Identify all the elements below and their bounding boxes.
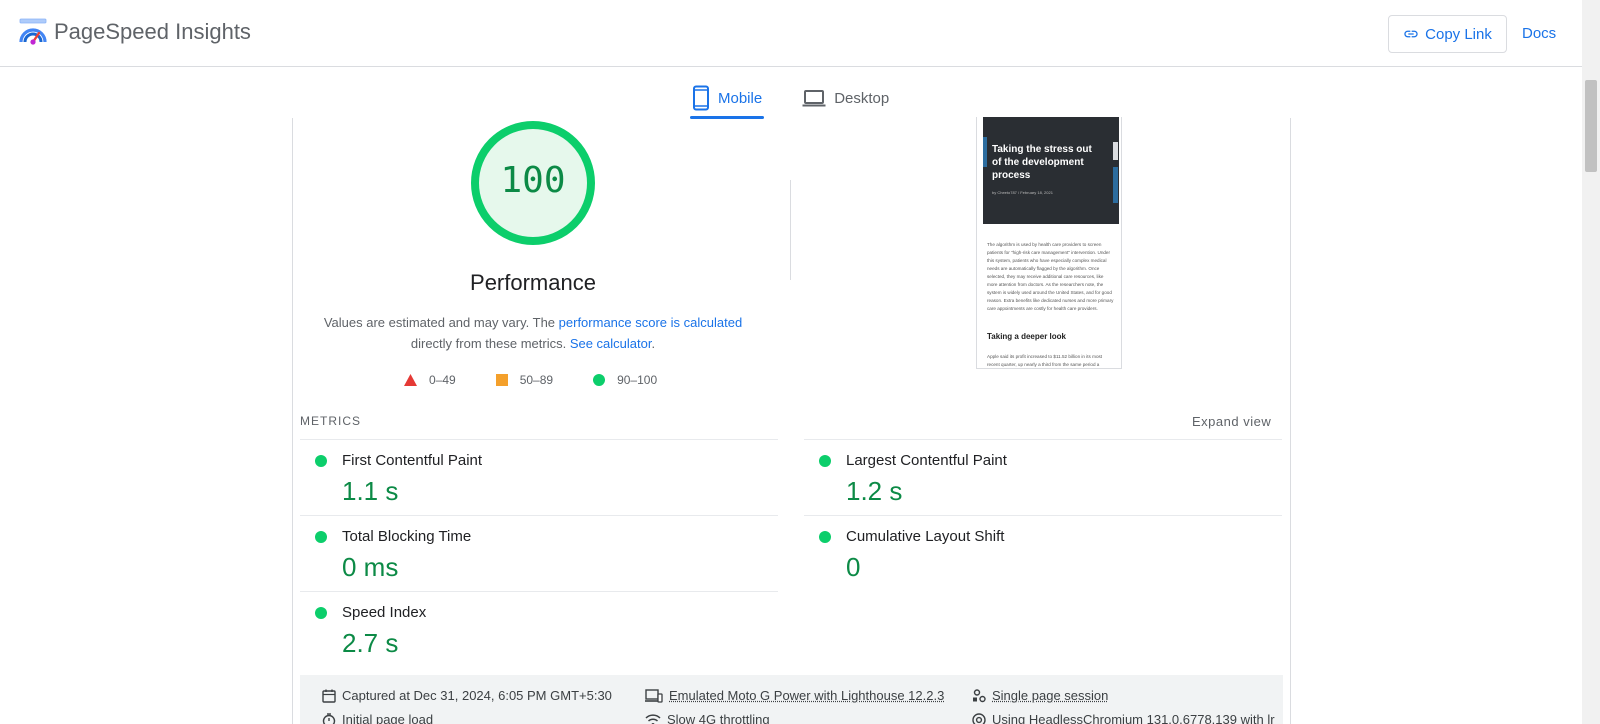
pass-dot-icon [315, 531, 327, 543]
preview-accent [1113, 167, 1118, 203]
metric-value: 0 ms [342, 552, 399, 582]
docs-link[interactable]: Docs [1522, 25, 1556, 42]
devices-icon [645, 688, 663, 703]
timer-icon [322, 712, 336, 724]
metric-value: 0 [846, 552, 861, 582]
score-legend: 0–49 50–89 90–100 [404, 373, 697, 387]
performance-title: Performance [470, 270, 596, 295]
initial-load-text: Initial page load [342, 712, 434, 724]
info-captured: Captured at Dec 31, 2024, 6:05 PM GMT+5:… [322, 688, 612, 703]
desc-text-1: Values are estimated and may vary. The [323, 315, 559, 330]
desc-text-2: directly from these metrics. [410, 336, 570, 351]
metrics-label: METRICS [300, 414, 361, 428]
pagespeed-logo-icon[interactable] [18, 18, 48, 46]
session-text: Single page session [992, 688, 1109, 703]
legend-fail-label: 0–49 [429, 373, 456, 387]
preview-subheading: Taking a deeper look [987, 332, 1066, 341]
copy-link-label: Copy Link [1425, 25, 1492, 43]
info-session[interactable]: Single page session [972, 688, 1108, 703]
metric-tbt: Total Blocking Time 0 ms [300, 515, 778, 591]
metric-value: 1.1 s [342, 476, 399, 506]
square-icon [495, 374, 508, 386]
laptop-icon [802, 90, 826, 107]
pass-dot-icon [315, 607, 327, 619]
info-initial-load: Initial page load [322, 712, 433, 724]
triangle-icon [404, 374, 417, 386]
circle-icon [593, 374, 606, 386]
throttling-text: Slow 4G throttling [667, 712, 770, 724]
smartphone-icon [693, 85, 709, 111]
metric-si: Speed Index 2.7 s [300, 591, 778, 667]
pass-dot-icon [819, 455, 831, 467]
performance-description: Values are estimated and may vary. The p… [320, 312, 746, 354]
preview-hero-meta: by Cheeto787 / February 18, 2021 [992, 190, 1053, 195]
metric-name: First Contentful Paint [342, 452, 483, 469]
metric-fcp: First Contentful Paint 1.1 s [300, 439, 778, 515]
tab-mobile-label: Mobile [718, 89, 763, 107]
chrome-icon [972, 712, 986, 724]
metric-name: Total Blocking Time [342, 528, 472, 545]
pass-dot-icon [315, 455, 327, 467]
session-icon [973, 688, 986, 702]
legend-fail: 0–49 [404, 373, 456, 387]
score-calculated-link[interactable]: performance score is calculated [559, 315, 743, 330]
expand-view-button[interactable]: Expand view [1192, 414, 1271, 429]
copy-link-button[interactable]: Copy Link [1388, 15, 1507, 53]
legend-average-label: 50–89 [519, 373, 554, 387]
metric-lcp: Largest Contentful Paint 1.2 s [804, 439, 1282, 515]
metric-cls: Cumulative Layout Shift 0 [804, 515, 1282, 591]
performance-score: 100 [500, 160, 566, 201]
legend-pass-label: 90–100 [617, 373, 658, 387]
info-browser[interactable]: Using HeadlessChromium 131.0.6778.139 wi… [972, 712, 1275, 724]
scrollbar-thumb[interactable] [1585, 80, 1597, 172]
see-calculator-link[interactable]: See calculator [570, 336, 652, 351]
preview-body-text-2: Apple said its profit increased to $11.5… [987, 354, 1103, 367]
metric-value: 2.7 s [342, 628, 399, 658]
calendar-icon [322, 689, 336, 703]
emulated-text: Emulated Moto G Power with Lighthouse 12… [669, 688, 945, 703]
preview-hero-title: Taking the stress out of the development… [992, 144, 1092, 181]
brand-title[interactable]: PageSpeed Insights [54, 19, 251, 45]
metric-value: 1.2 s [846, 476, 903, 506]
tab-desktop-label: Desktop [834, 89, 890, 107]
desc-text-3: . [651, 336, 656, 351]
tab-desktop[interactable]: Desktop [800, 78, 891, 118]
metric-name: Speed Index [342, 604, 427, 621]
info-emulated[interactable]: Emulated Moto G Power with Lighthouse 12… [645, 688, 944, 703]
link-icon [1404, 30, 1418, 38]
captured-text: Captured at Dec 31, 2024, 6:05 PM GMT+5:… [342, 688, 612, 703]
preview-body-text: The algorithm is used by health care pro… [987, 242, 1114, 311]
info-throttling[interactable]: Slow 4G throttling [645, 712, 770, 724]
preview-accent [1113, 142, 1118, 160]
tab-mobile[interactable]: Mobile [690, 78, 765, 119]
metric-name: Largest Contentful Paint [846, 452, 1007, 469]
legend-pass: 90–100 [593, 373, 657, 387]
legend-average: 50–89 [495, 373, 554, 387]
device-tabs: Mobile Desktop [690, 78, 891, 119]
vertical-divider [790, 180, 791, 280]
top-header: PageSpeed Insights Copy Link Docs [0, 0, 1582, 67]
wifi-icon [645, 713, 661, 724]
metric-name: Cumulative Layout Shift [846, 528, 1005, 545]
browser-text: Using HeadlessChromium 131.0.6778.139 wi… [992, 712, 1275, 724]
preview-accent [983, 137, 987, 167]
page-screenshot-preview: Taking the stress out of the development… [976, 117, 1122, 369]
pass-dot-icon [819, 531, 831, 543]
